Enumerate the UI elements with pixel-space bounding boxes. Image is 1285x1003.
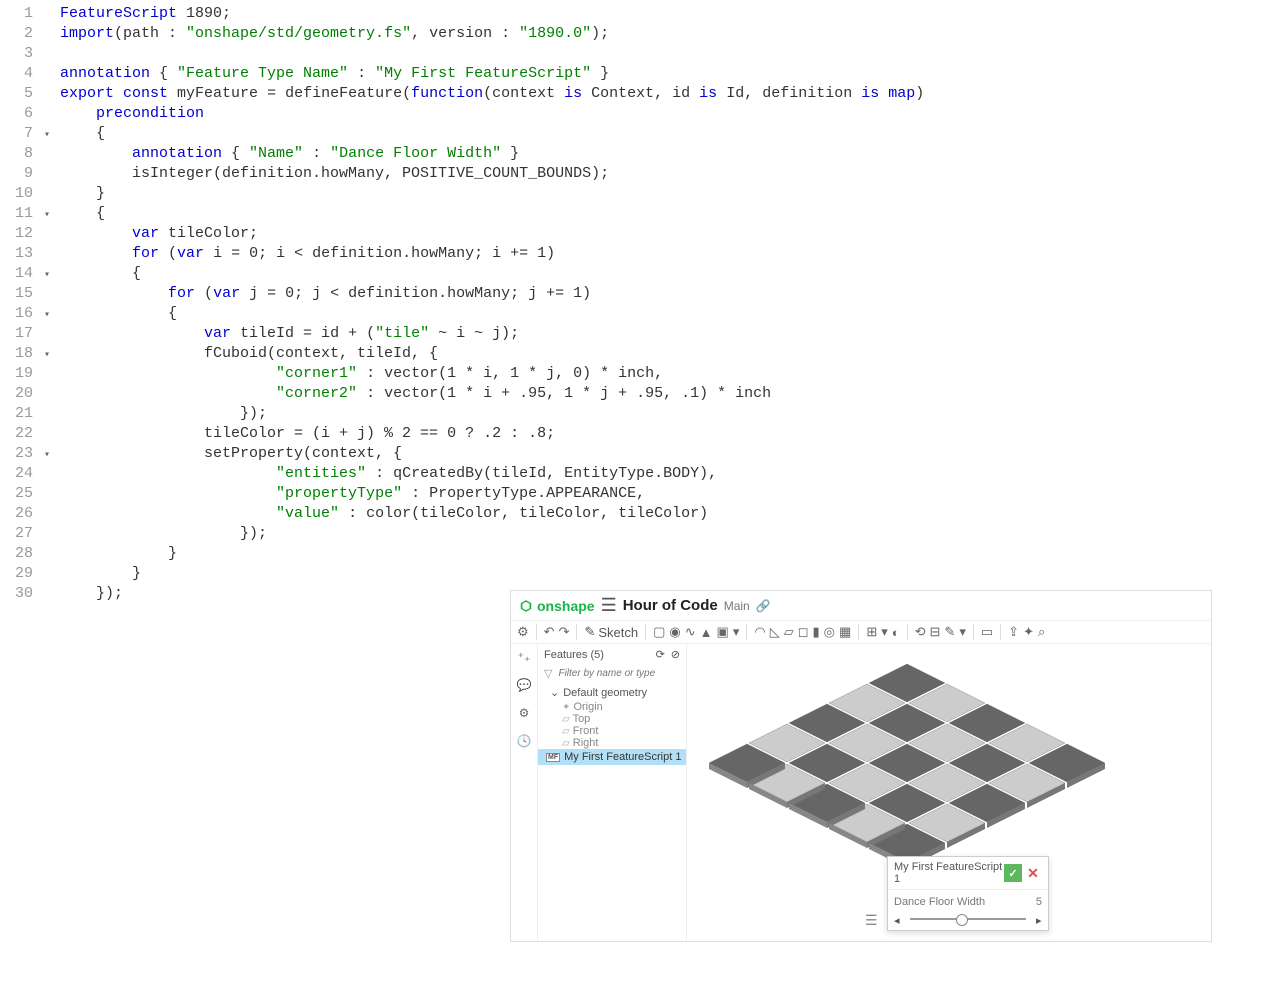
dropdown2-icon[interactable]: ▾ xyxy=(881,624,888,640)
plane-icon: ▱ xyxy=(562,726,570,737)
doc-subtitle: Main xyxy=(724,599,750,613)
filter-input[interactable] xyxy=(556,667,680,680)
code-editor[interactable]: 1 2 3 4 5 6 7 ▾8 9 10 11 ▾12 13 14 ▾15 1… xyxy=(0,0,1285,608)
dropdown-icon[interactable]: ▾ xyxy=(733,624,740,640)
draft-icon[interactable]: ▱ xyxy=(784,624,794,640)
import-icon[interactable]: ⇪ xyxy=(1008,624,1019,640)
link-icon[interactable]: 🔗 xyxy=(756,599,771,613)
boolean-icon[interactable]: ⊞ xyxy=(866,624,877,640)
param-label: Dance Floor Width xyxy=(894,896,985,908)
slider-thumb[interactable] xyxy=(956,914,968,926)
search-icon[interactable]: ⌕ xyxy=(1038,624,1045,640)
suppress-icon[interactable]: ⊘ xyxy=(671,648,680,661)
fillet-icon[interactable]: ◠ xyxy=(754,624,765,640)
viewport-3d[interactable]: ☰ My First FeatureScript 1 ✓ ✕ Dance Flo… xyxy=(687,644,1211,941)
split-icon[interactable]: ◐ xyxy=(892,625,900,640)
onshape-header: onshape ☰ Hour of Code Main 🔗 xyxy=(511,591,1211,621)
rib-icon[interactable]: ▮ xyxy=(813,624,820,640)
rollback-icon[interactable]: ⟳ xyxy=(656,648,665,661)
sketch-button[interactable]: ✎ Sketch xyxy=(584,624,638,640)
slider-decrease-icon[interactable]: ◂ xyxy=(894,914,900,924)
tree-item-front[interactable]: ▱ Front xyxy=(538,725,686,737)
slider-track[interactable] xyxy=(910,918,1026,920)
tree-item-selected[interactable]: MF My First FeatureScript 1 xyxy=(538,749,686,765)
custom-icon[interactable]: ✦ xyxy=(1023,624,1034,640)
doc-title: Hour of Code xyxy=(623,597,718,614)
onshape-logo-icon xyxy=(519,599,533,613)
delete-icon[interactable]: ⊟ xyxy=(930,624,941,640)
hamburger-icon[interactable]: ☰ xyxy=(601,595,617,616)
chevron-down-icon: ⌄ xyxy=(550,686,559,699)
transform-icon[interactable]: ⟲ xyxy=(915,624,926,640)
tree-group-default-geometry[interactable]: ⌄ Default geometry xyxy=(538,684,686,701)
hole-icon[interactable]: ◎ xyxy=(824,624,835,640)
onshape-panel: onshape ☰ Hour of Code Main 🔗 ⚙ ↶ ↷ ✎ Sk… xyxy=(510,590,1212,942)
feature-panel: Features (5) ⟳ ⊘ ▽ ⌄ Default geometry ✦ … xyxy=(538,644,687,941)
tree-item-top[interactable]: ▱ Top xyxy=(538,713,686,725)
tool-config-icon[interactable]: ⚙ xyxy=(517,624,529,640)
pattern-icon[interactable]: ▦ xyxy=(839,624,851,640)
param-value: 5 xyxy=(1036,896,1042,908)
feature-dialog: My First FeatureScript 1 ✓ ✕ Dance Floor… xyxy=(887,856,1049,931)
filter-icon: ▽ xyxy=(544,667,552,680)
left-rail: ⁺₊ 💬 ⚙ 🕓 xyxy=(511,644,538,941)
feature-tree: ⌄ Default geometry ✦ Origin ▱ Top ▱ Fron… xyxy=(538,682,686,767)
slider-increase-icon[interactable]: ▸ xyxy=(1036,914,1042,924)
redo-icon[interactable]: ↷ xyxy=(559,624,570,640)
line-gutter: 1 2 3 4 5 6 7 ▾8 9 10 11 ▾12 13 14 ▾15 1… xyxy=(0,4,60,604)
dropdown3-icon[interactable]: ▾ xyxy=(959,624,966,640)
plane-icon: ▱ xyxy=(562,714,570,725)
param-slider[interactable]: ◂ ▸ xyxy=(894,914,1042,924)
thicken-icon[interactable]: ▣ xyxy=(717,624,729,640)
expand-panel-icon[interactable]: ☰ xyxy=(865,912,878,929)
feature-filter[interactable]: ▽ xyxy=(538,665,686,682)
config-icon[interactable]: ⚙ xyxy=(519,706,530,720)
sweep-icon[interactable]: ∿ xyxy=(685,624,696,640)
origin-icon: ✦ xyxy=(562,702,570,713)
modify-icon[interactable]: ✎ xyxy=(944,624,955,640)
add-feature-icon[interactable]: ⁺₊ xyxy=(518,650,531,664)
cancel-button[interactable]: ✕ xyxy=(1024,864,1042,882)
tree-item-right[interactable]: ▱ Right xyxy=(538,737,686,749)
comments-icon[interactable]: 💬 xyxy=(517,678,532,692)
code-area[interactable]: FeatureScript 1890;import(path : "onshap… xyxy=(60,4,1285,604)
tree-item-origin[interactable]: ✦ Origin xyxy=(538,701,686,713)
dialog-title: My First FeatureScript 1 xyxy=(894,861,1004,885)
plane-icon: ▱ xyxy=(562,738,570,749)
custom-feature-icon: MF xyxy=(546,753,560,762)
plane-icon[interactable]: ▭ xyxy=(981,624,993,640)
onshape-logo: onshape xyxy=(519,598,595,614)
features-header: Features (5) ⟳ ⊘ xyxy=(538,644,686,665)
undo-icon[interactable]: ↶ xyxy=(544,624,555,640)
chamfer-icon[interactable]: ◺ xyxy=(770,624,780,640)
revolve-icon[interactable]: ◉ xyxy=(669,624,680,640)
loft-icon[interactable]: ▲ xyxy=(700,625,713,640)
shell-icon[interactable]: ◻ xyxy=(798,624,809,640)
history-icon[interactable]: 🕓 xyxy=(517,734,532,748)
extrude-icon[interactable]: ▢ xyxy=(653,624,665,640)
onshape-toolbar: ⚙ ↶ ↷ ✎ Sketch ▢ ◉ ∿ ▲ ▣ ▾ ◠ ◺ ▱ ◻ ▮ ◎ ▦… xyxy=(511,621,1211,644)
confirm-button[interactable]: ✓ xyxy=(1004,864,1022,882)
